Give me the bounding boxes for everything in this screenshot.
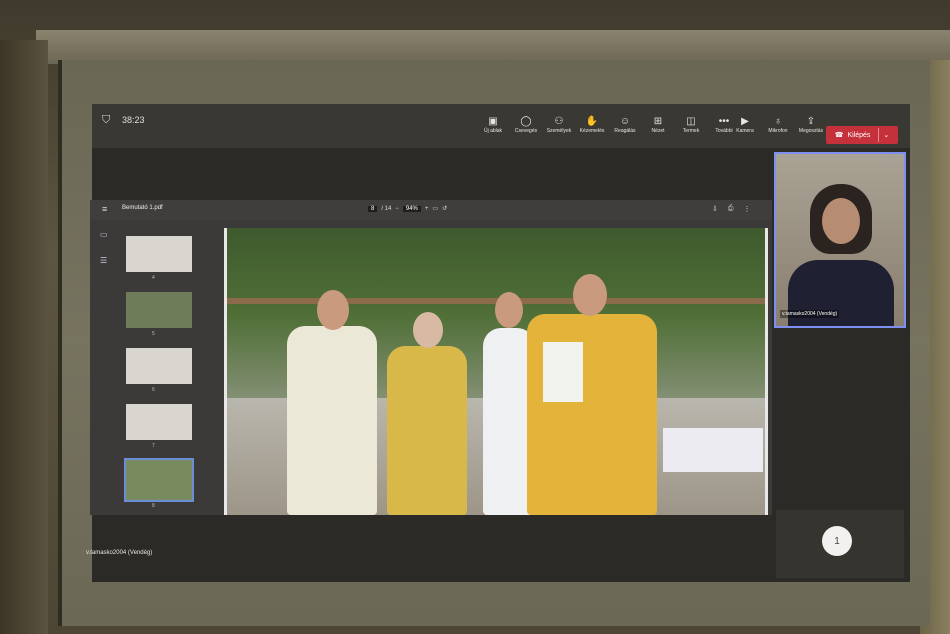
people-icon: ⚇ [554,116,564,127]
rotate-icon[interactable]: ↺ [442,205,447,212]
toolbar-rooms[interactable]: ◫ Termek [676,116,706,135]
thumbnail-number: 5 [152,331,155,337]
pdf-thumbnail-sidebar: ▭ ☰ 4 5 6 7 8 [90,220,216,515]
figure-head [317,290,349,330]
leave-button[interactable]: ☎ Kilépés ⌄ [826,126,898,144]
thumbnail-number: 8 [152,503,155,509]
figure-head [495,292,523,328]
pdf-toolbar: ≡ Bemutató 1.pdf 8 / 14 − 94% + ▭ ↺ ⇩ ⎙ … [90,200,772,220]
download-icon[interactable]: ⇩ [712,205,718,213]
shared-pdf-viewer: ≡ Bemutató 1.pdf 8 / 14 − 94% + ▭ ↺ ⇩ ⎙ … [90,200,772,515]
priest-figure [387,346,467,515]
page-total: / 14 [381,205,392,212]
phone-hangup-icon: ☎ [834,132,844,139]
rooms-icon: ◫ [686,116,696,127]
participant-face [822,198,860,244]
share-icon: ⇪ [806,116,816,127]
shield-icon: ⛉ [102,114,111,126]
page-controls: 8 / 14 − 94% + ▭ ↺ [368,205,447,212]
toolbar-people[interactable]: ⚇ Személyek [544,116,574,135]
raise-hand-icon: ✋ [585,116,599,127]
figure-head [413,312,443,348]
camera-icon: ▶ [741,116,749,127]
print-icon[interactable]: ⎙ [728,205,734,213]
leave-divider [878,128,880,142]
zoom-out-icon[interactable]: − [395,206,399,212]
thumbnail-number: 7 [152,443,155,449]
participant-name: v.tamasko2004 (Vendég) [780,310,840,318]
toolbar-chat[interactable]: ◯ Csevegés [511,116,541,135]
more-options-icon[interactable]: ⋮ [743,205,750,213]
camera-button[interactable]: ▶ Kamera [730,116,760,135]
view-icon: ⊞ [653,116,663,127]
thumbnail-number: 4 [152,275,155,281]
participant-count-badge[interactable]: 1 [822,526,852,556]
photo-altar-table [663,428,763,472]
thumbnail-number: 6 [152,387,155,393]
pdf-filename: Bemutató 1.pdf [122,205,163,211]
thumbnail-page[interactable] [126,404,192,440]
pdf-page-photo [224,228,768,515]
priest-figure [287,326,377,515]
chat-new-icon: ▣ [488,116,498,127]
photo-paper [543,342,583,402]
projector-rail [36,30,950,64]
outline-icon[interactable]: ☰ [100,256,107,265]
participant-video-tile[interactable]: v.tamasko2004 (Vendég) [774,152,906,328]
thumbnail-page[interactable] [126,348,192,384]
figure-head [573,274,607,316]
toolbar-reactions[interactable]: ☺ Reagálás [610,116,640,135]
toolbar-raise-hand[interactable]: ✋ Kézemelés [577,116,607,135]
thumbnails-icon[interactable]: ▭ [100,230,108,239]
zoom-in-icon[interactable]: + [425,206,429,212]
thumbnail-page[interactable] [126,292,192,328]
zoom-input[interactable]: 94% [402,205,421,212]
fit-page-icon[interactable]: ▭ [432,205,438,212]
share-button[interactable]: ⇪ Megosztás [796,116,826,135]
pdf-actions: ⇩ ⎙ ⋮ [712,205,750,213]
meeting-toolbar: ▣ Új ablak ◯ Csevegés ⚇ Személyek ✋ Kézemelé… [478,116,739,135]
media-controls: ▶ Kamera ♁ Mikrofon ⇪ Megosztás [730,116,826,135]
presenter-name: v.tamasko2004 (Vendég) [86,550,153,556]
meeting-top-bar: ⛉ 38:23 ▣ Új ablak ◯ Csevegés ⚇ Személyek ✋… [92,104,910,148]
meeting-timer: 38:23 [122,115,145,125]
chevron-down-icon[interactable]: ⌄ [883,131,889,139]
menu-icon[interactable]: ≡ [102,204,107,214]
wall-edge [0,40,48,634]
microphone-button[interactable]: ♁ Mikrofon [763,116,793,135]
chat-icon: ◯ [520,116,532,127]
toolbar-view[interactable]: ⊞ Nézet [643,116,673,135]
page-input[interactable]: 8 [368,205,378,212]
microphone-icon: ♁ [774,116,782,127]
thumbnail-page[interactable] [126,236,192,272]
thumbnail-page-active[interactable] [124,458,194,502]
reactions-icon: ☺ [619,116,631,127]
participant-count-panel: 1 [776,510,904,578]
toolbar-new-window[interactable]: ▣ Új ablak [478,116,508,135]
meeting-window: ⛉ 38:23 ▣ Új ablak ◯ Csevegés ⚇ Személyek ✋… [86,104,910,582]
